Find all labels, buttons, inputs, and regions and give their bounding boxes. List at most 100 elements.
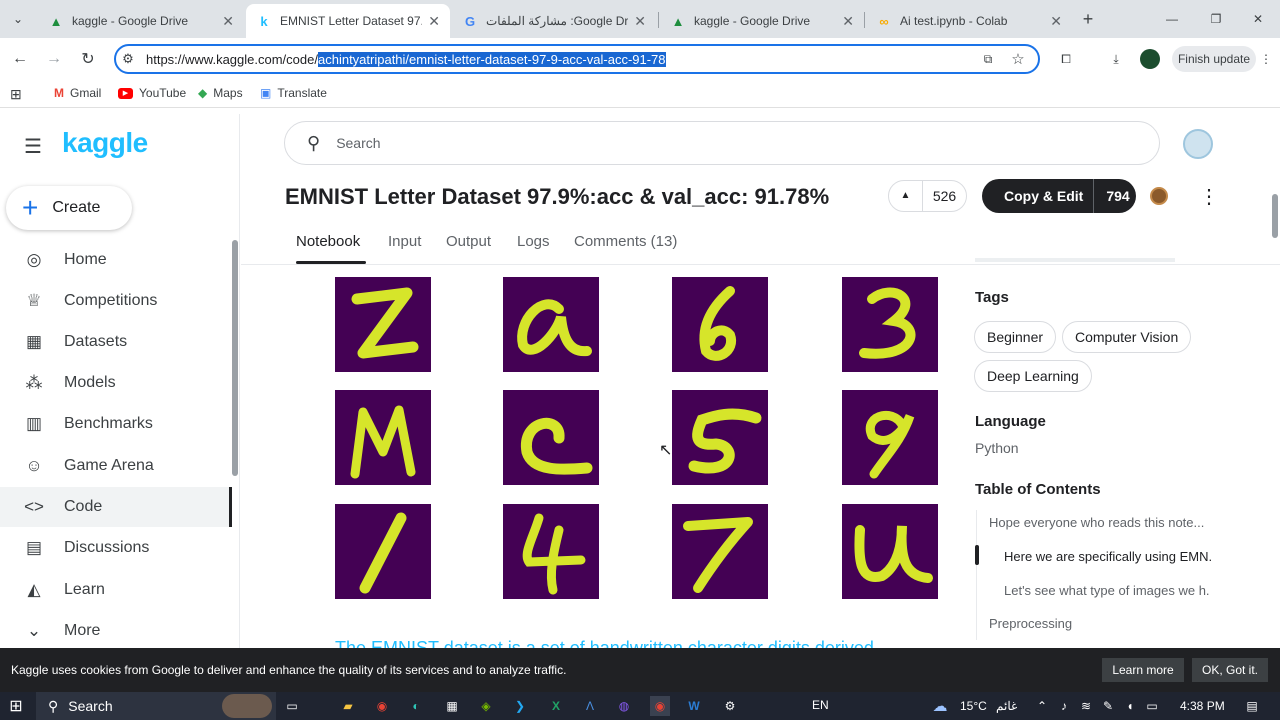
pen-icon[interactable]: ✎ [1098, 696, 1118, 716]
upvote-button[interactable]: ▲ 526 [888, 180, 967, 212]
tag-deep-learning[interactable]: Deep Learning [974, 360, 1092, 392]
copy-edit-button[interactable]: Copy & Edit 794 [982, 179, 1136, 213]
store-icon[interactable]: ▦ [442, 696, 462, 716]
microphone-icon[interactable]: ♪ [1054, 696, 1074, 716]
learn-more-button[interactable]: Learn more [1102, 658, 1184, 682]
close-icon[interactable]: ✕ [634, 13, 646, 30]
search-bar[interactable]: ⚲ Search [284, 121, 1160, 165]
chevron-up-icon[interactable]: ⌃ [1032, 696, 1052, 716]
close-icon[interactable]: ✕ [842, 13, 854, 30]
word-icon[interactable]: W [684, 696, 704, 716]
copy-edit-count: 794 [1106, 188, 1130, 204]
tab-output[interactable]: Output [446, 233, 491, 250]
nav-benchmarks[interactable]: ▥ Benchmarks [0, 404, 230, 444]
nvidia-icon[interactable]: ◈ [476, 696, 496, 716]
page-scrollbar[interactable] [1272, 194, 1278, 238]
browser-tab-5[interactable]: ∞ Ai test.ipynb - Colab ✕ [866, 4, 1072, 38]
nav-learn[interactable]: ◭ Learn [0, 570, 230, 610]
browser-tab-3[interactable]: G مشاركة الملفات :Google Drive ✕ [452, 4, 656, 38]
tag-beginner[interactable]: Beginner [974, 321, 1057, 353]
menu-dots-icon[interactable]: ⋮ [1256, 49, 1276, 69]
chrome-icon[interactable]: ◉ [372, 696, 392, 716]
user-avatar[interactable] [1183, 129, 1213, 159]
sidebar-scrollbar[interactable] [232, 240, 238, 476]
tab-search-icon[interactable]: ⌄ [8, 9, 28, 29]
vscode-icon[interactable]: ❯ [510, 696, 530, 716]
more-options-icon[interactable]: ⋮ [1199, 184, 1219, 209]
bookmark-translate[interactable]: ▣ Translate [260, 86, 327, 100]
file-explorer-icon[interactable]: ▰ [338, 696, 358, 716]
toc-item-4[interactable]: Preprocessing [989, 616, 1072, 631]
reload-icon[interactable]: ↻ [78, 49, 98, 69]
restore-icon[interactable]: ❐ [1206, 9, 1226, 29]
notification-icon[interactable]: ▤ [1242, 696, 1262, 716]
download-icon[interactable]: ⤓ [1106, 49, 1126, 69]
discussion-icon: ▤ [25, 538, 43, 557]
site-info-icon[interactable]: ⚙ [118, 49, 138, 69]
tab-logs[interactable]: Logs [517, 233, 550, 250]
ok-got-it-button[interactable]: OK, Got it. [1192, 658, 1268, 682]
minimize-icon[interactable]: — [1162, 9, 1182, 29]
excel-icon[interactable]: X [546, 696, 566, 716]
windows-start-icon[interactable]: ⊞ [6, 696, 26, 716]
colab-icon: ∞ [879, 13, 889, 29]
clock-time[interactable]: 4:38 PM [1180, 699, 1225, 713]
forward-icon[interactable]: → [44, 49, 64, 69]
close-icon[interactable]: ✕ [428, 13, 440, 30]
create-button[interactable]: + Create [6, 186, 132, 230]
toc-item-1[interactable]: Hope everyone who reads this note... [989, 515, 1204, 530]
author-avatar[interactable] [1150, 187, 1168, 205]
bookmark-maps[interactable]: ◆ Maps [198, 86, 243, 100]
nav-datasets[interactable]: ▦ Datasets [0, 322, 230, 362]
browser-tab-2[interactable]: k EMNIST Letter Dataset 97.9% ✕ [246, 4, 450, 38]
language-indicator[interactable]: EN [812, 698, 829, 712]
wifi-icon[interactable]: ≋ [1076, 696, 1096, 716]
nav-models[interactable]: ⁂ Models [0, 363, 230, 403]
install-app-icon[interactable]: ⧉ [978, 49, 998, 69]
battery-icon[interactable]: ▭ [1142, 696, 1162, 716]
sample-image-4 [503, 504, 599, 599]
kaggle-logo[interactable]: kaggle [62, 127, 148, 159]
apps-icon[interactable]: ⊞ [10, 86, 22, 103]
app-icon[interactable]: ◍ [614, 696, 634, 716]
tab-title: EMNIST Letter Dataset 97.9% [280, 14, 422, 28]
new-tab-icon[interactable]: + [1078, 9, 1098, 29]
tab-notebook[interactable]: Notebook [296, 233, 360, 250]
window-close-icon[interactable]: ✕ [1248, 9, 1268, 29]
tag-computer-vision[interactable]: Computer Vision [1062, 321, 1192, 353]
bookmark-gmail[interactable]: M Gmail [54, 86, 101, 100]
toc-item-2[interactable]: Here we are specifically using EMN. [1004, 549, 1212, 564]
toc-item-3[interactable]: Let's see what type of images we h. [1004, 583, 1210, 598]
url-text[interactable]: https://www.kaggle.com/code/achintyatrip… [146, 52, 666, 67]
task-view-icon[interactable]: ▭ [282, 696, 302, 716]
browser-tab-4[interactable]: ▲ kaggle - Google Drive ✕ [660, 4, 864, 38]
nav-discussions[interactable]: ▤ Discussions [0, 528, 230, 568]
nav-more[interactable]: ⌄ More [0, 611, 230, 651]
compass-icon: ◎ [26, 250, 42, 269]
browser-tab-1[interactable]: ▲ kaggle - Google Drive ✕ [38, 4, 244, 38]
nav-competitions[interactable]: ♕ Competitions [0, 281, 230, 321]
volume-icon[interactable]: ◖ [1120, 696, 1140, 716]
nav-label: Benchmarks [64, 415, 153, 432]
arduino-icon[interactable]: Λ [580, 696, 600, 716]
chrome-active-icon[interactable]: ◉ [650, 696, 670, 716]
back-icon[interactable]: ← [10, 49, 30, 69]
weather-icon[interactable]: ☁ [930, 696, 950, 716]
hamburger-icon[interactable]: ☰ [24, 134, 42, 159]
sample-image-M [335, 390, 431, 485]
edge-icon[interactable]: ◐ [406, 696, 426, 716]
finish-update-button[interactable]: Finish update [1172, 46, 1256, 72]
weather-temp[interactable]: 15°C [960, 699, 987, 713]
tab-input[interactable]: Input [388, 233, 421, 250]
extensions-icon[interactable]: ⧠ [1056, 49, 1076, 69]
close-icon[interactable]: ✕ [222, 13, 234, 30]
bookmark-star-icon[interactable]: ☆ [1008, 49, 1028, 69]
nav-home[interactable]: ◎ Home [0, 240, 230, 280]
tab-comments[interactable]: Comments (13) [574, 233, 677, 250]
nav-game-arena[interactable]: ☺ Game Arena [0, 446, 230, 486]
close-icon[interactable]: ✕ [1050, 13, 1062, 30]
settings-icon[interactable]: ⚙ [720, 696, 740, 716]
bookmark-youtube[interactable]: ▶ YouTube [118, 86, 186, 100]
nav-code[interactable]: <> Code [0, 487, 230, 527]
profile-avatar[interactable] [1140, 49, 1160, 69]
